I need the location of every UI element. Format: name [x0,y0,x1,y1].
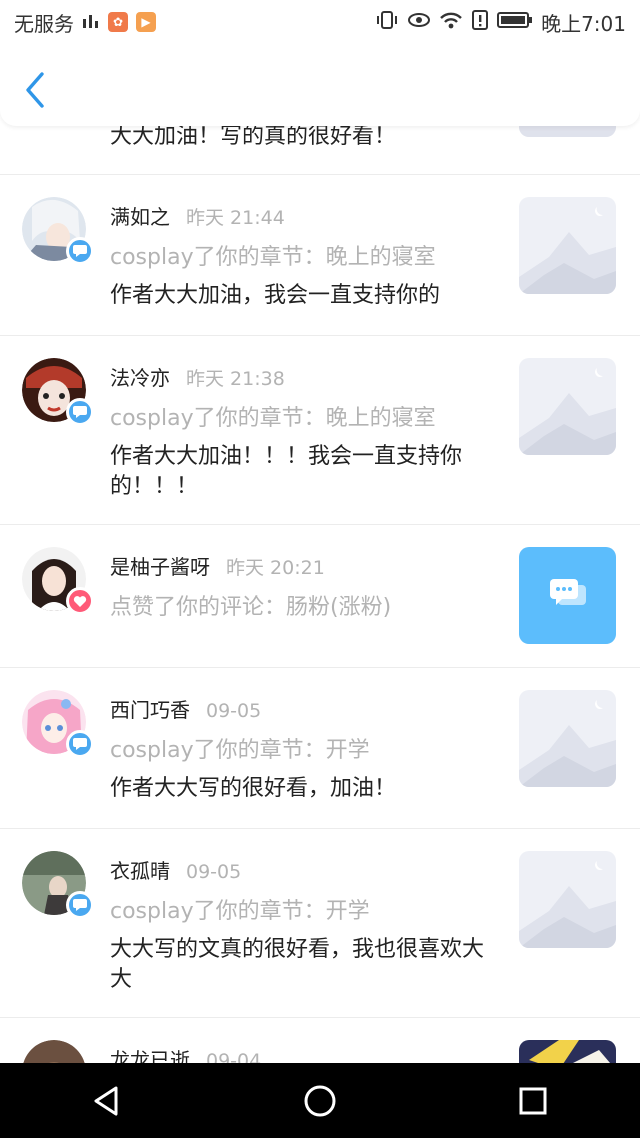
avatar[interactable] [22,690,94,758]
avatar[interactable] [22,547,94,615]
comment-text: 作者大大写的很好看，加油！ [110,776,397,801]
user-name[interactable]: 衣孤晴 [110,859,170,883]
list-item[interactable]: 西门巧香 09-05 cosplay了你的章节：开学 作者大大写的很好看，加油！ [0,668,640,829]
timestamp: 09-05 [186,861,242,883]
heart-icon [66,587,94,615]
timestamp: 09-05 [206,700,262,722]
timestamp: 昨天 21:38 [186,368,285,390]
comment-text: 作者大大加油，我会一直支持你的 [110,283,441,308]
huawei-app-icon: ✿ [108,12,128,32]
comment-text: 大大加油！写的真的很好看！ [110,124,397,149]
user-name-row: 法冷亦 昨天 21:38 [110,362,285,391]
message-icon [66,398,94,426]
user-name-row: 是柚子酱呀 昨天 20:21 [110,551,325,580]
user-name[interactable]: 满如之 [110,205,170,229]
timestamp: 昨天 20:21 [226,557,325,579]
comment-bubble-icon [548,577,588,615]
message-icon [66,730,94,758]
battery-icon [497,10,533,34]
recents-square-icon[interactable] [503,1071,563,1131]
action-text: cosplay了你的章节：晚上的寝室 [110,406,436,431]
carrier-text: 无服务 [14,11,74,36]
chapter-thumbnail[interactable] [519,358,616,455]
user-name-row: 衣孤晴 09-05 [110,855,241,884]
system-nav-bar [0,1063,640,1138]
avatar[interactable] [22,851,94,919]
eye-icon [407,10,431,34]
list-item[interactable]: 是柚子酱呀 昨天 20:21 点赞了你的评论：肠粉(涨粉) [0,525,640,668]
wifi-icon [439,10,463,35]
list-item[interactable]: 满如之 昨天 21:44 cosplay了你的章节：晚上的寝室 作者大大加油，我会… [0,175,640,336]
comment-thumbnail[interactable] [519,547,616,644]
home-circle-icon[interactable] [290,1071,350,1131]
user-name-row: 西门巧香 09-05 [110,694,261,723]
video-app-icon: ▶ [136,12,156,32]
chapter-thumbnail[interactable] [519,690,616,787]
chapter-thumbnail[interactable] [519,197,616,294]
clock-text: 晚上7:01 [541,11,626,36]
back-triangle-icon[interactable] [77,1071,137,1131]
message-icon [66,891,94,919]
comment-text: 大大写的文真的很好看，我也很喜欢大大 [110,937,485,992]
signal-icon [82,10,100,34]
avatar[interactable] [22,358,94,426]
action-text: cosplay了你的章节：开学 [110,899,370,924]
top-nav-header [0,44,640,126]
comment-text: 作者大大加油！！！我会一直支持你的！！！ [110,444,463,499]
user-name[interactable]: 法冷亦 [110,366,170,390]
status-bar: 无服务 ✿ ▶ 晚上7:01 [0,0,640,44]
action-text: cosplay了你的章节：开学 [110,738,370,763]
user-name-row: 满如之 昨天 21:44 [110,201,285,230]
action-text: cosplay了你的章节：晚上的寝室 [110,245,436,270]
chapter-thumbnail[interactable] [519,851,616,948]
user-name[interactable]: 是柚子酱呀 [110,555,210,579]
action-text: 点赞了你的评论：肠粉(涨粉) [110,595,392,620]
alert-icon [471,9,489,35]
list-item[interactable]: 法冷亦 昨天 21:38 cosplay了你的章节：晚上的寝室 作者大大加油！！！… [0,336,640,525]
timestamp: 昨天 21:44 [186,207,285,229]
user-name[interactable]: 西门巧香 [110,698,190,722]
list-item[interactable]: 衣孤晴 09-05 cosplay了你的章节：开学 大大写的文真的很好看，我也很喜… [0,829,640,1018]
vibrate-icon [375,10,399,35]
chevron-left-icon[interactable] [18,70,54,110]
avatar[interactable] [22,197,94,265]
message-icon [66,237,94,265]
